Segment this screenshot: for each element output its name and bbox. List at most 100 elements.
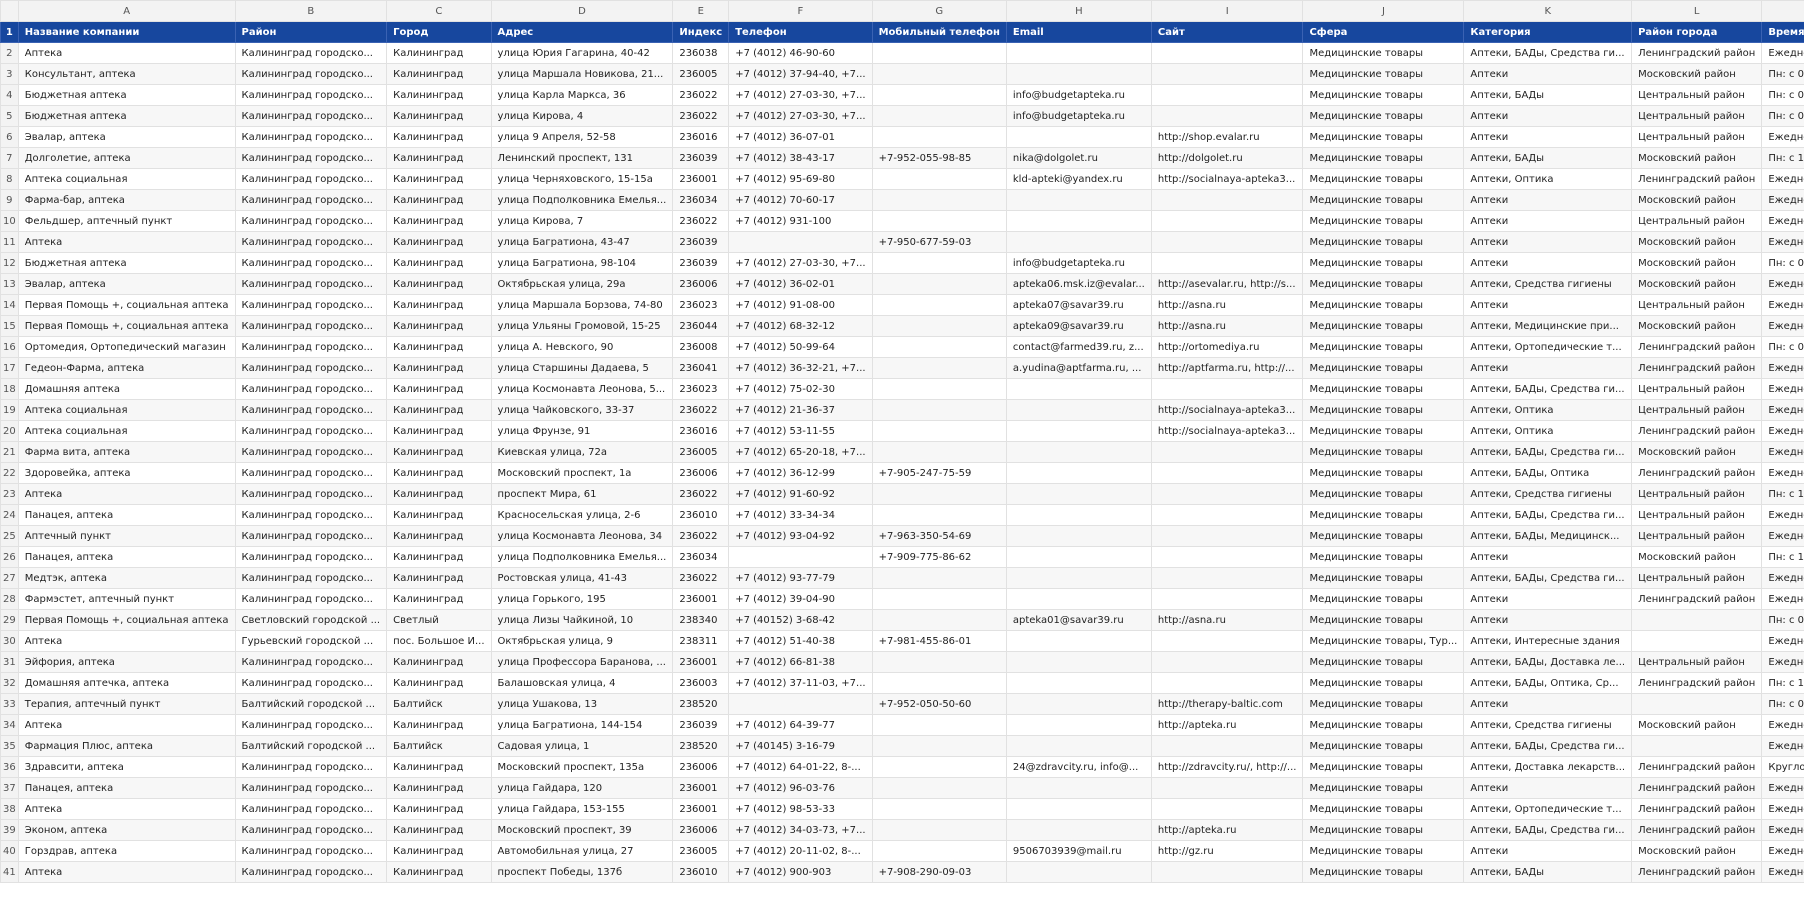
table-cell[interactable]: Ежедневно с 08:00 до 20:00 [1761, 735, 1804, 757]
table-cell[interactable]: +7 (4012) 93-04-92 [728, 525, 873, 547]
table-cell[interactable]: Медицинские товары [1302, 63, 1465, 85]
table-cell[interactable]: +7 (40145) 3-16-79 [728, 735, 873, 757]
table-cell[interactable] [1005, 420, 1152, 442]
table-cell[interactable] [871, 63, 1007, 85]
table-cell[interactable]: Светлый [386, 609, 492, 631]
table-cell[interactable]: Калининград городско... [234, 819, 388, 841]
table-cell[interactable]: Калининград [386, 357, 492, 379]
table-cell[interactable]: Аптеки [1463, 777, 1633, 799]
table-cell[interactable]: http://gz.ru [1150, 840, 1304, 862]
table-cell[interactable]: +7 (4012) 95-69-80 [728, 168, 873, 190]
table-cell[interactable]: 236001 [672, 651, 730, 673]
table-cell[interactable]: http://asevalar.ru, http://s... [1150, 273, 1304, 295]
table-cell[interactable]: Калининград [386, 504, 492, 526]
table-cell[interactable] [871, 483, 1007, 505]
table-cell[interactable]: +7 (4012) 50-99-64 [728, 336, 873, 358]
row-number[interactable]: 14 [0, 294, 19, 316]
table-cell[interactable]: Здравсити, аптека [17, 756, 236, 778]
table-cell[interactable]: Медицинские товары [1302, 210, 1465, 232]
table-cell[interactable]: Ежедневно с 09:00 до 21:00 [1761, 294, 1804, 316]
table-cell[interactable]: Медицинские товары [1302, 756, 1465, 778]
table-cell[interactable]: Аптеки, Оптика [1463, 399, 1633, 421]
row-number[interactable]: 31 [0, 651, 19, 673]
table-cell[interactable]: Консультант, аптека [17, 63, 236, 85]
table-cell[interactable] [1150, 42, 1304, 64]
table-cell[interactable]: +7 (4012) 21-36-37 [728, 399, 873, 421]
table-cell[interactable] [1150, 483, 1304, 505]
table-cell[interactable]: Калининград [386, 840, 492, 862]
table-cell[interactable]: Аптеки, Ортопедические т... [1463, 798, 1633, 820]
table-cell[interactable]: Медицинские товары [1302, 483, 1465, 505]
table-cell[interactable]: улица Подполковника Емелья... [490, 189, 674, 211]
table-cell[interactable] [1150, 735, 1304, 757]
table-cell[interactable]: http://therapy-baltic.com [1150, 693, 1304, 715]
table-cell[interactable]: Ленинградский район [1631, 462, 1763, 484]
table-cell[interactable]: Эйфория, аптека [17, 651, 236, 673]
table-cell[interactable]: Аптека [17, 42, 236, 64]
table-cell[interactable]: улица Багратиона, 43-47 [490, 231, 674, 253]
row-number[interactable]: 23 [0, 483, 19, 505]
table-cell[interactable]: Калининград городско... [234, 441, 388, 463]
table-cell[interactable]: Первая Помощь +, социальная аптека [17, 294, 236, 316]
table-cell[interactable]: улица Чайковского, 33-37 [490, 399, 674, 421]
table-cell[interactable]: http://asna.ru [1150, 609, 1304, 631]
table-cell[interactable]: Ленинградский район [1631, 42, 1763, 64]
table-cell[interactable]: Ленинградский район [1631, 798, 1763, 820]
table-cell[interactable]: Ежедневно с 09:00 до 21:00 [1761, 798, 1804, 820]
table-cell[interactable] [728, 693, 873, 715]
table-cell[interactable]: Калининград [386, 420, 492, 442]
table-cell[interactable]: Московский район [1631, 147, 1763, 169]
table-cell[interactable]: 236039 [672, 231, 730, 253]
table-cell[interactable]: Аптека социальная [17, 399, 236, 421]
table-cell[interactable]: Фармэстет, аптечный пункт [17, 588, 236, 610]
table-cell[interactable]: Московский район [1631, 714, 1763, 736]
table-cell[interactable] [1150, 525, 1304, 547]
table-cell[interactable] [871, 714, 1007, 736]
row-number[interactable]: 3 [0, 63, 19, 85]
table-cell[interactable]: Калининград [386, 147, 492, 169]
table-cell[interactable] [1631, 609, 1763, 631]
table-cell[interactable]: Октябрьская улица, 9 [490, 630, 674, 652]
column-header-d[interactable]: D [490, 0, 674, 22]
table-cell[interactable]: Терапия, аптечный пункт [17, 693, 236, 715]
table-cell[interactable]: 238311 [672, 630, 730, 652]
table-cell[interactable] [1631, 735, 1763, 757]
table-cell[interactable]: Медицинские товары [1302, 672, 1465, 694]
table-cell[interactable]: http://socialnaya-apteka3... [1150, 420, 1304, 442]
table-cell[interactable]: Ежедневно с 10:00 до 20:00 [1761, 651, 1804, 673]
table-cell[interactable]: Ежедневно с 09:00 до 20:45 [1761, 441, 1804, 463]
table-cell[interactable]: Ленинградский район [1631, 168, 1763, 190]
table-cell[interactable]: Гурьевский городской ... [234, 630, 388, 652]
table-cell[interactable]: Аптеки [1463, 357, 1633, 379]
table-cell[interactable]: +7 (4012) 65-20-18, +7... [728, 441, 873, 463]
table-cell[interactable]: Ежедневно с 09:00 до 20:00 [1761, 630, 1804, 652]
table-cell[interactable] [1150, 231, 1304, 253]
table-cell[interactable]: Медицинские товары [1302, 777, 1465, 799]
table-cell[interactable]: Медицинские товары [1302, 357, 1465, 379]
row-number[interactable]: 17 [0, 357, 19, 379]
table-cell[interactable]: Аптеки, БАДы, Оптика [1463, 462, 1633, 484]
table-cell[interactable]: улица Космонавта Леонова, 34 [490, 525, 674, 547]
table-cell[interactable] [1005, 588, 1152, 610]
table-cell[interactable] [1005, 861, 1152, 883]
table-cell[interactable]: Калининград [386, 273, 492, 295]
table-cell[interactable]: Ленинский проспект, 131 [490, 147, 674, 169]
table-cell[interactable]: Калининград городско... [234, 84, 388, 106]
table-cell[interactable]: 236001 [672, 798, 730, 820]
table-cell[interactable] [1150, 546, 1304, 568]
select-all-corner[interactable] [0, 0, 19, 22]
table-cell[interactable] [871, 819, 1007, 841]
table-cell[interactable]: Калининград городско... [234, 105, 388, 127]
table-cell[interactable]: Медицинские товары [1302, 567, 1465, 589]
table-cell[interactable]: Домашняя аптечка, аптека [17, 672, 236, 694]
table-cell[interactable]: Калининград [386, 756, 492, 778]
table-cell[interactable]: Медицинские товары [1302, 462, 1465, 484]
table-cell[interactable]: улица Карла Маркса, 36 [490, 84, 674, 106]
table-cell[interactable] [1150, 567, 1304, 589]
table-cell[interactable]: Аптека [17, 630, 236, 652]
table-cell[interactable]: улица Кирова, 4 [490, 105, 674, 127]
table-cell[interactable]: Бюджетная аптека [17, 84, 236, 106]
table-cell[interactable] [1005, 798, 1152, 820]
table-cell[interactable]: Фарма-бар, аптека [17, 189, 236, 211]
table-cell[interactable]: +7-981-455-86-01 [871, 630, 1007, 652]
